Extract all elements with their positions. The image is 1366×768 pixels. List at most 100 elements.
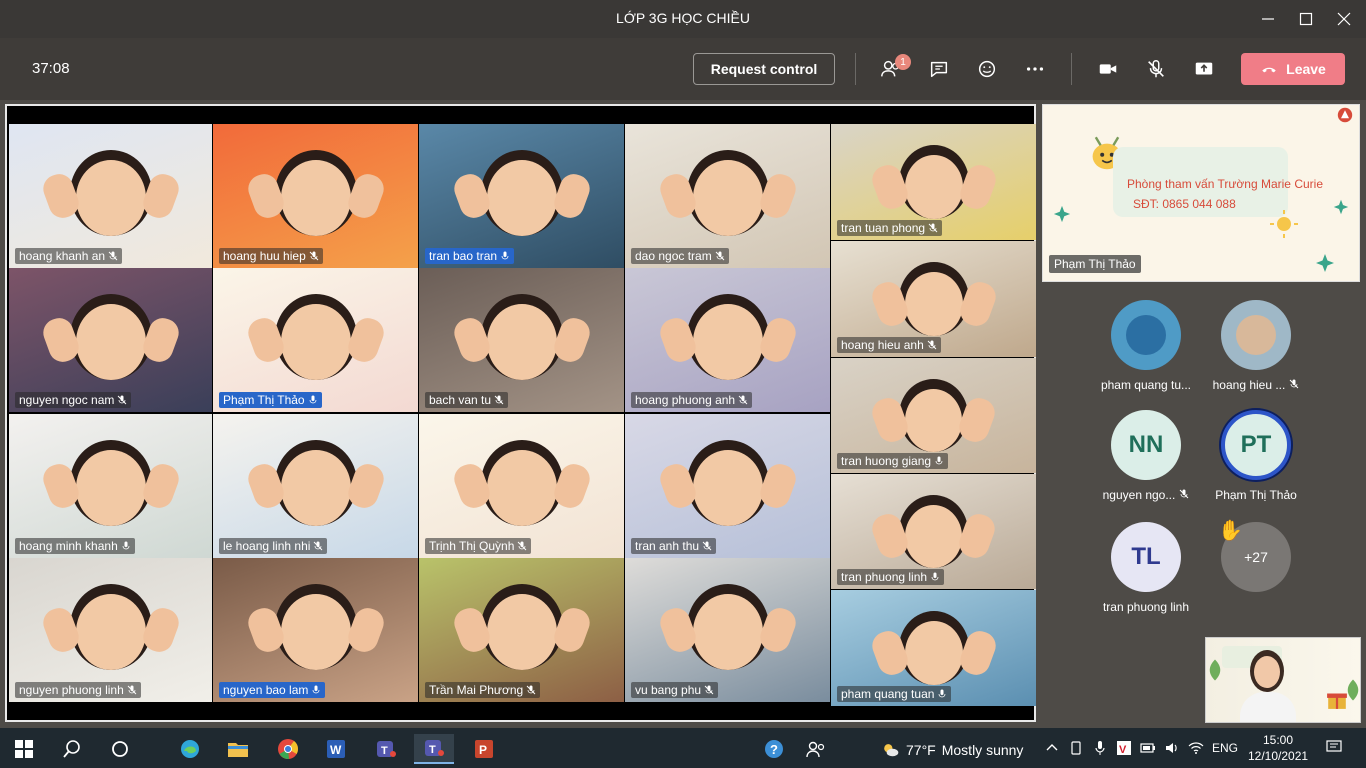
tray-unikey[interactable]: V xyxy=(1114,738,1134,758)
participant-video-tile[interactable]: le hoang linh nhi xyxy=(213,414,418,558)
show-hidden-icons-button[interactable] xyxy=(1042,738,1062,758)
avatar-initials: NN xyxy=(1128,431,1164,458)
participant-video-tile[interactable]: pham quang tuan xyxy=(831,590,1036,706)
unikey-icon: V xyxy=(1117,741,1131,756)
people-tray-button[interactable] xyxy=(796,734,836,764)
tray-wifi[interactable] xyxy=(1186,738,1206,758)
participant-video-tile[interactable]: Phạm Thị Thảo xyxy=(213,268,418,412)
participant-avatar[interactable]: PT xyxy=(1221,410,1291,480)
chat-icon xyxy=(930,61,948,78)
more-actions-button[interactable] xyxy=(1020,54,1050,84)
participant-name-label: hoang hieu anh xyxy=(837,337,941,353)
participant-avatar[interactable] xyxy=(1111,300,1181,370)
participant-video-tile[interactable]: tran huong giang xyxy=(831,358,1036,473)
participant-video-tile[interactable]: nguyen bao lam xyxy=(213,558,418,702)
participant-video-tile[interactable]: hoang hieu anh xyxy=(831,241,1036,357)
tray-volume[interactable] xyxy=(1162,738,1182,758)
taskbar-powerpoint[interactable]: P xyxy=(464,734,504,764)
avatar-name: tran phuong linh xyxy=(1086,600,1206,614)
minimize-button[interactable] xyxy=(1250,6,1286,32)
participant-video-tile[interactable]: nguyen ngoc nam xyxy=(9,268,212,412)
mic-off-icon xyxy=(314,541,323,551)
request-control-button[interactable]: Request control xyxy=(693,53,835,85)
participant-face xyxy=(280,593,351,670)
participant-name: pham quang tuan xyxy=(841,687,935,701)
participant-video-tile[interactable]: tran phuong linh xyxy=(831,474,1036,589)
taskbar-edge[interactable] xyxy=(170,734,210,764)
participant-face xyxy=(904,620,963,685)
participant-name: tran tuan phong xyxy=(841,221,926,235)
avatar-initials: TL xyxy=(1131,543,1161,570)
participant-face xyxy=(75,449,146,526)
participant-video-tile[interactable]: hoang minh khanh xyxy=(9,414,212,558)
mic-icon xyxy=(501,251,509,260)
sun-icon xyxy=(1270,210,1298,238)
participant-face xyxy=(280,303,351,380)
participant-name-label: Phạm Thị Thảo xyxy=(219,392,322,408)
star-decoration-icon xyxy=(1333,199,1349,215)
volume-icon xyxy=(1166,743,1177,753)
taskbar-teams-1[interactable]: T xyxy=(366,734,406,764)
share-screen-button[interactable] xyxy=(1189,54,1219,84)
participant-name: hoang minh khanh xyxy=(19,539,118,553)
participant-video-tile[interactable]: vu bang phu xyxy=(625,558,830,702)
tray-battery[interactable] xyxy=(1138,738,1158,758)
taskbar-file-explorer[interactable] xyxy=(218,734,258,764)
mic-button[interactable] xyxy=(1141,54,1171,84)
windows-taskbar: W T T P ? 77°F Mostly sunny V ENG 15:00 xyxy=(0,728,1366,768)
start-button[interactable] xyxy=(4,734,44,764)
participant-video-tile[interactable]: Trịnh Thị Quỳnh xyxy=(419,414,624,558)
taskbar-word[interactable]: W xyxy=(316,734,356,764)
avatar-name: nguyen ngo... xyxy=(1086,488,1206,502)
avatar-initials: +27 xyxy=(1244,549,1268,565)
search-button[interactable] xyxy=(52,734,92,764)
participant-face xyxy=(75,593,146,670)
leave-button[interactable]: Leave xyxy=(1241,53,1345,85)
participant-video-tile[interactable]: hoang phuong anh xyxy=(625,268,830,412)
taskbar-teams-2[interactable]: T xyxy=(414,734,454,764)
participant-face xyxy=(486,303,557,380)
chevron-up-icon xyxy=(1046,744,1058,751)
input-language[interactable]: ENG xyxy=(1212,741,1238,755)
participant-avatar[interactable]: TL xyxy=(1111,522,1181,592)
taskbar-chrome[interactable] xyxy=(268,734,308,764)
participant-video-tile[interactable]: hoang khanh an xyxy=(9,124,212,268)
close-button[interactable] xyxy=(1326,6,1362,32)
participant-video-tile[interactable]: dao ngoc tram xyxy=(625,124,830,268)
avatar-name-text: Phạm Thị Thảo xyxy=(1215,488,1297,502)
avatar-name-text: tran phuong linh xyxy=(1102,600,1190,614)
tray-microphone[interactable] xyxy=(1090,738,1110,758)
camera-button[interactable] xyxy=(1093,54,1123,84)
tray-device[interactable] xyxy=(1066,738,1086,758)
participant-video-tile[interactable]: tran tuan phong xyxy=(831,124,1036,240)
leaf-decoration-icon xyxy=(1209,659,1221,681)
toolbar-divider xyxy=(1071,53,1072,85)
task-view-button[interactable] xyxy=(100,734,140,764)
spotlight-video[interactable]: Phòng tham vấn Trường Marie Curie SĐT: 0… xyxy=(1042,104,1360,282)
system-clock[interactable]: 15:00 12/10/2021 xyxy=(1248,732,1308,764)
participant-avatar[interactable] xyxy=(1221,300,1291,370)
participant-name-label: nguyen ngoc nam xyxy=(15,392,132,408)
mic-off-icon xyxy=(309,251,319,261)
participant-face xyxy=(486,593,557,670)
mic-off-icon xyxy=(526,685,536,695)
weather-widget[interactable]: 77°F Mostly sunny xyxy=(880,740,1023,760)
participant-avatar[interactable]: NN xyxy=(1111,410,1181,480)
svg-text:P: P xyxy=(479,743,487,757)
participant-name-label: hoang minh khanh xyxy=(15,538,135,554)
notifications-button[interactable] xyxy=(1324,737,1344,757)
self-view-video[interactable] xyxy=(1205,637,1361,723)
reactions-button[interactable] xyxy=(972,54,1002,84)
participant-video-tile[interactable]: nguyen phuong linh xyxy=(9,558,212,702)
help-button[interactable]: ? xyxy=(754,734,794,764)
participant-video-tile[interactable]: hoang huu hiep xyxy=(213,124,418,268)
participant-video-tile[interactable]: Trần Mai Phương xyxy=(419,558,624,702)
mic-off-icon xyxy=(715,251,725,261)
chat-button[interactable] xyxy=(924,54,954,84)
participant-video-tile[interactable]: bach van tu xyxy=(419,268,624,412)
participant-video-tile[interactable]: tran bao tran xyxy=(419,124,624,268)
participant-video-tile[interactable]: tran anh thu xyxy=(625,414,830,558)
maximize-button[interactable] xyxy=(1288,6,1324,32)
mic-icon xyxy=(313,685,320,694)
mic-off-icon xyxy=(738,395,748,405)
